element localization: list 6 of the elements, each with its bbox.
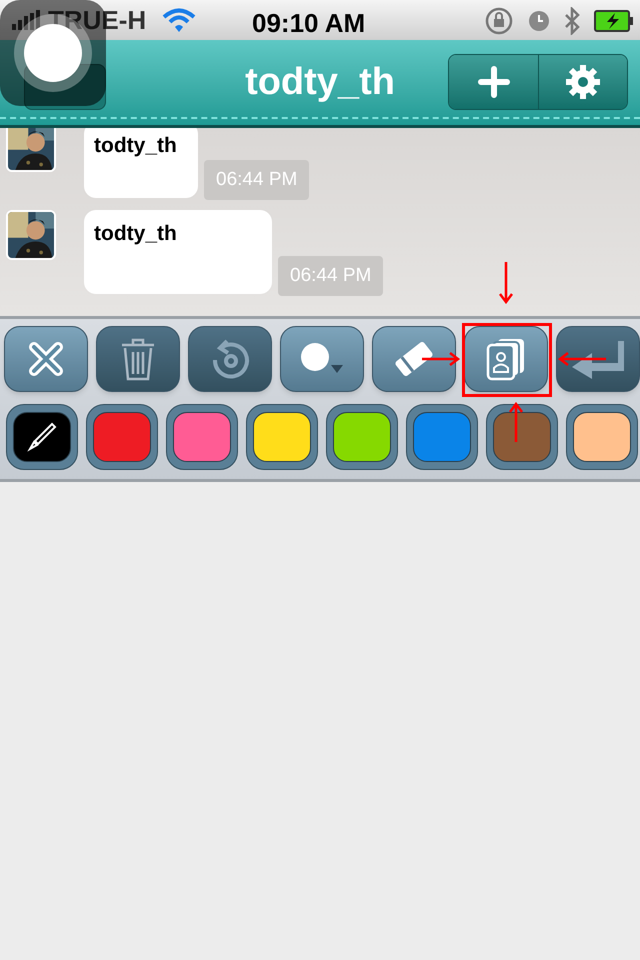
sender-name: todty_th bbox=[94, 222, 177, 245]
sender-name: todty_th bbox=[94, 134, 177, 157]
message-time: 06:44 PM bbox=[278, 256, 384, 296]
message-time: 06:44 PM bbox=[204, 160, 310, 200]
clock-time: 09:10 AM bbox=[252, 7, 366, 40]
navigation-title: todty_th bbox=[245, 60, 395, 105]
